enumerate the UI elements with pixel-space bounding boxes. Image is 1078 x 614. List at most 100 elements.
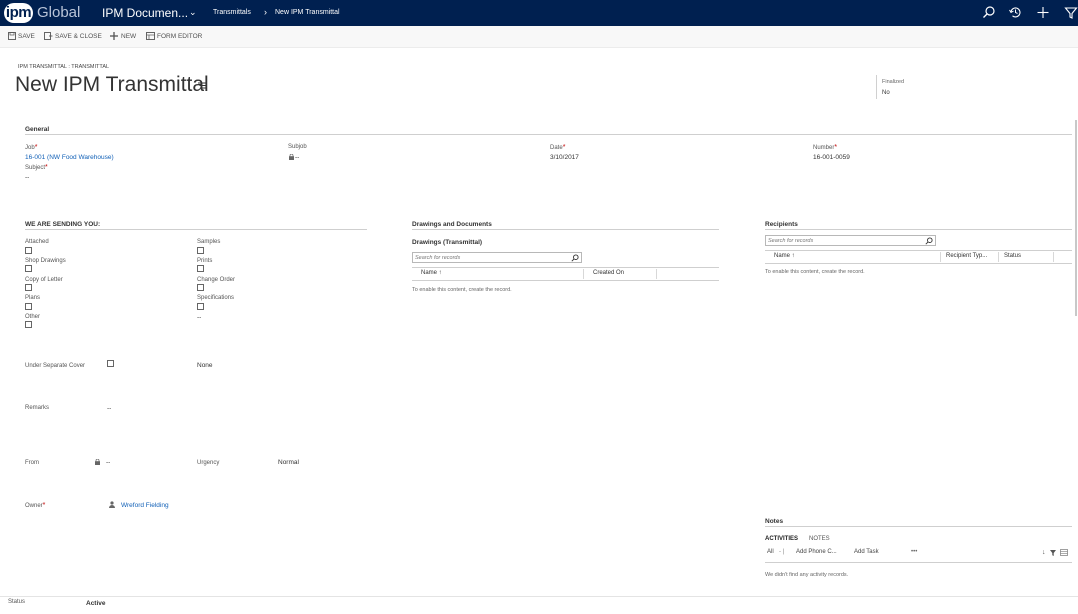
sending-section-rule <box>25 229 367 230</box>
other-label: Other <box>25 314 41 320</box>
breadcrumb-transmittals[interactable]: Transmittals <box>213 9 251 16</box>
tab-activities[interactable]: ACTIVITIES <box>765 536 798 542</box>
drawings-grid-header-rule <box>412 280 719 281</box>
from-value[interactable]: -- <box>106 459 110 466</box>
urgency-label: Urgency <box>197 460 220 466</box>
lock-icon <box>289 153 294 162</box>
drawings-column-created-on[interactable]: Created On <box>593 270 624 276</box>
recipients-search-placeholder: Search for records <box>768 238 814 244</box>
general-section-title: General <box>25 126 50 133</box>
recipients-section-title: Recipients <box>765 221 798 228</box>
page-title: New IPM Transmittal <box>15 73 209 96</box>
new-button[interactable]: NEW <box>110 32 137 40</box>
subjob-label: Subjob <box>288 144 307 150</box>
filter-icon[interactable] <box>1050 550 1056 558</box>
remarks-value[interactable]: -- <box>107 405 111 412</box>
logo-mark[interactable]: ipm <box>4 3 33 23</box>
search-icon[interactable] <box>571 254 579 262</box>
add-task-button[interactable]: Add Task <box>854 549 879 555</box>
prints-checkbox[interactable] <box>197 265 204 272</box>
add-phone-call-button[interactable]: Add Phone C... <box>796 549 837 555</box>
subject-value[interactable]: -- <box>25 174 29 181</box>
general-section-rule <box>25 134 1072 135</box>
recipients-column-name[interactable]: Name ↑ <box>774 253 795 259</box>
column-separator <box>940 252 941 262</box>
recipients-column-status[interactable]: Status <box>1004 253 1021 259</box>
entity-breadcrumb: IPM TRANSMITTAL : TRANSMITTAL <box>18 64 110 70</box>
drawings-section-rule <box>412 229 719 230</box>
number-value[interactable]: 16-001-0059 <box>813 154 850 161</box>
urgency-value[interactable]: Normal <box>278 459 299 466</box>
under-separate-cover-label: Under Separate Cover <box>25 363 86 369</box>
specifications-checkbox[interactable] <box>197 303 204 310</box>
search-icon[interactable] <box>982 5 996 21</box>
save-button[interactable]: SAVE <box>8 32 35 40</box>
form-selector-menu-icon[interactable] <box>198 82 206 91</box>
breadcrumb-separator-icon: › <box>264 7 267 17</box>
plans-checkbox[interactable] <box>25 303 32 310</box>
filter-icon[interactable] <box>1064 5 1078 21</box>
copy-of-letter-checkbox[interactable] <box>25 284 32 291</box>
samples-label: Samples <box>197 239 221 245</box>
drawings-section-title: Drawings and Documents <box>412 221 492 228</box>
activity-filter-all[interactable]: All <box>767 549 774 555</box>
user-icon <box>109 501 115 510</box>
drawings-search-input[interactable]: Search for records <box>412 252 582 263</box>
history-icon[interactable] <box>1008 5 1022 21</box>
attached-label: Attached <box>25 239 49 245</box>
logo-text: Global <box>37 4 81 21</box>
finalized-value[interactable]: No <box>882 90 890 96</box>
drawings-empty-message: To enable this content, create the recor… <box>412 287 512 293</box>
change-order-label: Change Order <box>197 277 236 283</box>
command-bar: SAVE SAVE & CLOSE NEW FORM EDITOR <box>0 26 1078 48</box>
app-name[interactable]: IPM Documen... <box>102 5 188 21</box>
shop-drawings-checkbox[interactable] <box>25 265 32 272</box>
recipients-section-rule <box>765 229 1072 230</box>
plus-icon[interactable] <box>1036 5 1050 21</box>
date-value[interactable]: 3/10/2017 <box>550 154 579 161</box>
form-editor-button[interactable]: FORM EDITOR <box>146 32 203 40</box>
save-label: SAVE <box>18 33 35 40</box>
tab-notes[interactable]: NOTES <box>809 536 830 542</box>
date-label: Date* <box>550 144 566 151</box>
other-description-value[interactable]: -- <box>197 314 201 321</box>
number-label: Number* <box>813 144 838 151</box>
shop-drawings-label: Shop Drawings <box>25 258 66 264</box>
recipients-search-input[interactable]: Search for records <box>765 235 936 246</box>
recipients-empty-message: To enable this content, create the recor… <box>765 269 865 275</box>
job-lookup-value[interactable]: 16-001 (NW Food Warehouse) <box>25 154 114 161</box>
change-order-checkbox[interactable] <box>197 284 204 291</box>
more-actions-button[interactable]: ••• <box>911 549 917 555</box>
form-editor-label: FORM EDITOR <box>157 33 203 40</box>
subjob-value[interactable]: -- <box>295 154 299 161</box>
drawings-subgrid-title: Drawings (Transmittal) <box>412 239 483 246</box>
from-label: From <box>25 460 39 466</box>
plus-icon <box>110 32 118 40</box>
attached-checkbox[interactable] <box>25 247 32 254</box>
job-label: Job* <box>25 144 38 151</box>
drawings-column-name[interactable]: Name ↑ <box>421 270 442 276</box>
drawings-grid-top-rule <box>412 267 719 268</box>
save-and-close-button[interactable]: SAVE & CLOSE <box>44 32 102 40</box>
owner-label: Owner* <box>25 502 46 509</box>
sending-section-title: WE ARE SENDING YOU: <box>25 221 101 228</box>
notes-section-rule <box>765 526 1072 527</box>
other-checkbox[interactable] <box>25 321 32 328</box>
sort-down-icon[interactable]: ↓ <box>1042 549 1046 556</box>
footer-status-label: Status <box>8 599 26 605</box>
page-scrollbar[interactable] <box>1075 120 1077 316</box>
under-separate-cover-value[interactable]: None <box>197 362 213 369</box>
column-separator <box>998 252 999 262</box>
column-separator <box>656 269 657 279</box>
new-label: NEW <box>121 33 137 40</box>
breadcrumb-current: New IPM Transmittal <box>275 9 340 16</box>
search-icon[interactable] <box>925 237 933 245</box>
finalized-label: Finalized <box>882 79 905 85</box>
owner-lookup-value[interactable]: Wreford Fielding <box>121 502 169 509</box>
view-options-icon[interactable] <box>1060 549 1068 558</box>
under-separate-cover-checkbox[interactable] <box>107 360 114 367</box>
recipients-column-recipient-type[interactable]: Recipient Typ... <box>946 253 987 259</box>
column-separator <box>583 269 584 279</box>
chevron-down-icon[interactable]: ⌄ <box>189 7 197 18</box>
samples-checkbox[interactable] <box>197 247 204 254</box>
